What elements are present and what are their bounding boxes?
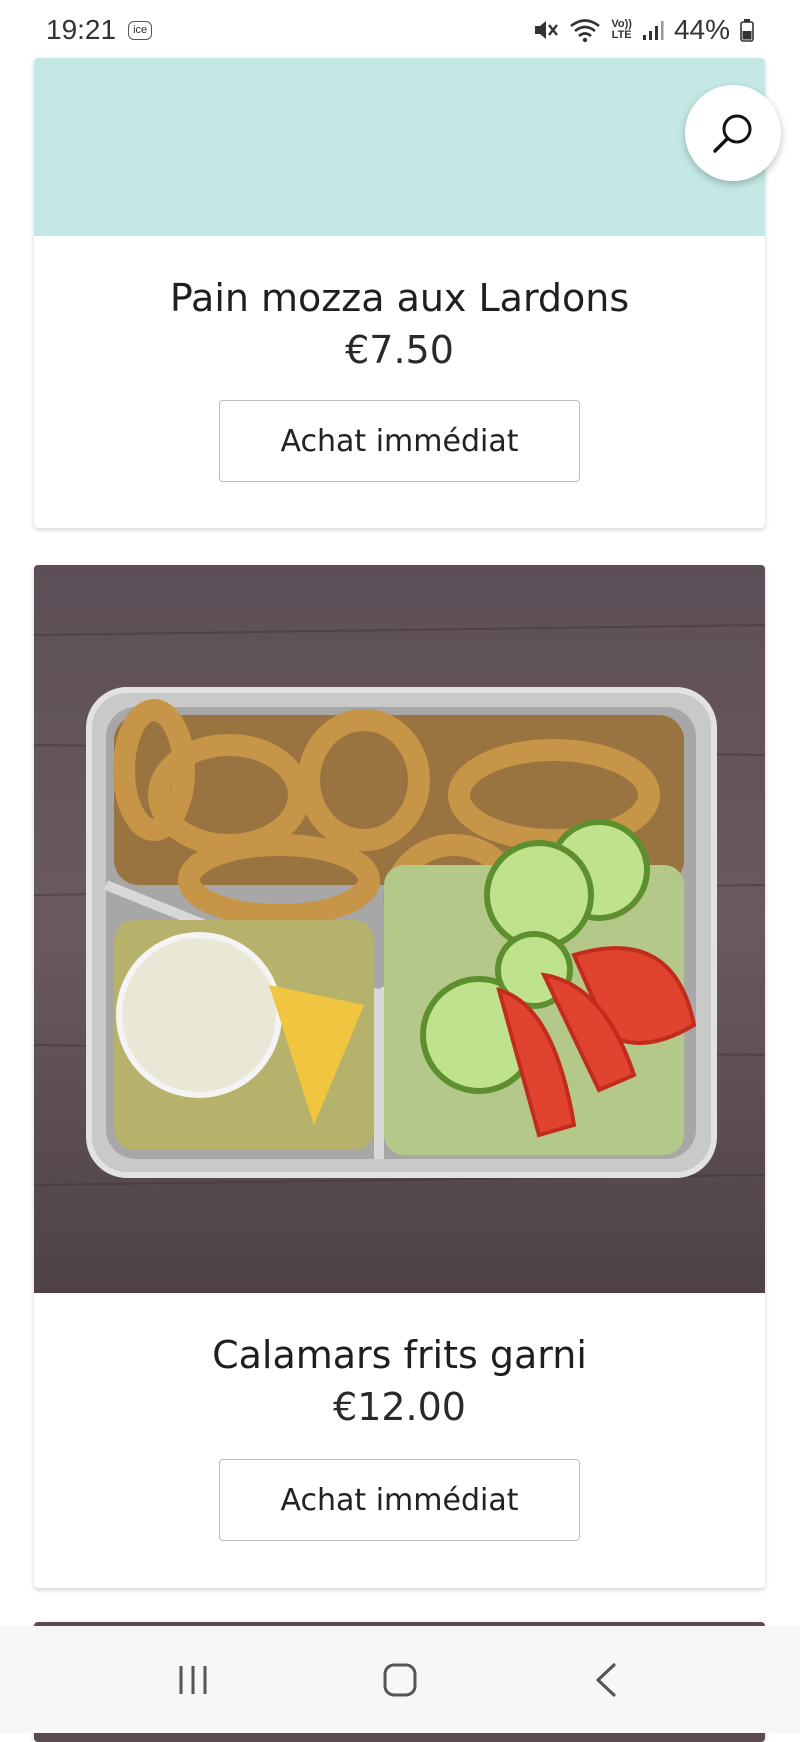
calamari-photo (34, 565, 765, 1293)
battery-icon (740, 19, 754, 42)
volte-indicator: Vo)) LTE (611, 19, 632, 41)
status-bar: 19:21 ice Vo)) LTE 44% (0, 0, 800, 60)
back-icon (596, 1662, 616, 1697)
product-info: Pain mozza aux Lardons €7.50 Achat imméd… (34, 236, 765, 482)
product-name[interactable]: Calamars frits garni (34, 1333, 765, 1377)
status-left: 19:21 ice (46, 14, 153, 46)
search-icon (713, 114, 752, 153)
home-icon (383, 1663, 417, 1696)
battery-percent: 44% (673, 14, 730, 45)
product-image-placeholder[interactable] (34, 58, 765, 236)
buy-now-button[interactable]: Achat immédiat (219, 1459, 580, 1541)
navigation-bar (0, 1626, 800, 1733)
search-button[interactable] (685, 85, 781, 181)
signal-icon (642, 21, 664, 40)
clock: 19:21 (46, 14, 117, 45)
wifi-icon (570, 19, 601, 43)
lte-label: LTE (611, 29, 632, 41)
home-button[interactable] (360, 1640, 440, 1720)
product-name[interactable]: Pain mozza aux Lardons (34, 276, 765, 320)
recents-icon (179, 1665, 207, 1694)
product-image-calamari[interactable] (34, 565, 765, 1293)
recents-button[interactable] (153, 1640, 233, 1720)
product-price: €12.00 (333, 1385, 466, 1429)
buy-now-button[interactable]: Achat immédiat (219, 400, 580, 482)
mute-icon (535, 21, 559, 39)
back-button[interactable] (567, 1640, 647, 1720)
product-card[interactable]: Calamars frits garni €12.00 Achat immédi… (34, 565, 765, 1588)
status-right: Vo)) LTE 44% (533, 14, 754, 46)
product-price: €7.50 (345, 328, 454, 372)
ice-badge-icon: ice (128, 20, 153, 40)
product-card[interactable]: Pain mozza aux Lardons €7.50 Achat imméd… (34, 58, 765, 528)
product-info: Calamars frits garni €12.00 Achat immédi… (34, 1293, 765, 1541)
